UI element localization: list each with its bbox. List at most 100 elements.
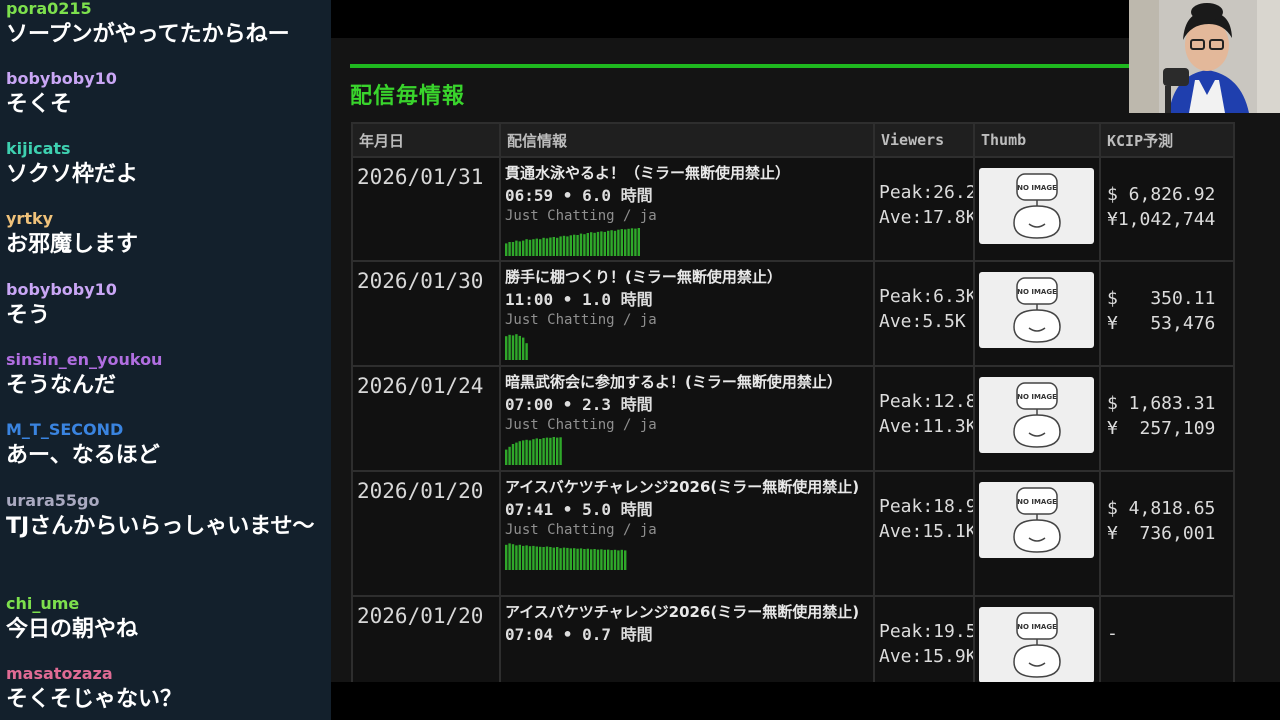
sparkline-bar xyxy=(518,441,521,465)
chat-username[interactable]: kijicats xyxy=(6,140,326,158)
stream-category: Just Chatting / ja xyxy=(505,522,657,538)
stream-title[interactable]: 貫通水泳やるよ！（ミラー無断使用禁止） xyxy=(505,164,869,183)
table-row: 2026/01/24 暗黒武術会に参加するよ！(ミラー無断使用禁止） 07:00 •… xyxy=(351,365,1235,472)
stream-title[interactable]: 暗黒武術会に参加するよ！(ミラー無断使用禁止） xyxy=(505,373,869,392)
sparkline-bar xyxy=(545,437,549,465)
chat-text: 今日の朝やね xyxy=(6,617,139,642)
kcip-estimate: $ 1,683.31 ¥ 257,109 xyxy=(1101,367,1233,441)
sparkline-bar xyxy=(552,547,555,570)
average-viewers: Ave:15.1K xyxy=(879,521,973,542)
chat-username[interactable]: M_T_SECOND xyxy=(6,421,326,439)
kcip-usd: $ 6,826.92 xyxy=(1107,184,1216,205)
thumbnail[interactable]: NO IMAGE xyxy=(979,482,1094,558)
sparkline-bar xyxy=(535,546,538,570)
header-kcip: KCIP予測 xyxy=(1099,122,1235,158)
sparkline-bar xyxy=(518,544,521,570)
sparkline-bar xyxy=(624,229,627,256)
sparkline-bar xyxy=(566,236,569,256)
sparkline-bar xyxy=(637,228,640,256)
sparkline-bar xyxy=(607,549,610,570)
chat-username[interactable]: chi_ume xyxy=(6,595,326,613)
chat-message: bobyboby10 そくそ xyxy=(6,70,326,122)
thumb-cell: NO IMAGE xyxy=(973,470,1101,597)
kcip-jpy: ¥ 257,109 xyxy=(1107,418,1216,439)
stream-date: 2026/01/30 xyxy=(357,269,484,293)
sparkline-bar xyxy=(556,437,559,465)
chat-username[interactable]: masatozaza xyxy=(6,665,326,683)
stream-info-cell: 貫通水泳やるよ！（ミラー無断使用禁止） 06:59 • 6.0 時間 Just Ch… xyxy=(499,156,875,262)
date-cell: 2026/01/24 xyxy=(351,365,501,472)
sparkline-bar xyxy=(535,238,538,256)
sparkline-bar xyxy=(532,545,535,570)
chat-username[interactable]: pora0215 xyxy=(6,0,326,18)
kcip-estimate: - xyxy=(1101,597,1233,646)
sparkline-bar xyxy=(508,334,511,360)
viewers-cell: Peak:12.8 Ave:11.3K xyxy=(873,365,975,472)
sparkline-bar xyxy=(552,237,555,256)
sparkline-bar xyxy=(525,239,528,256)
stream-time: 11:00 • 1.0 時間 xyxy=(505,290,653,309)
sparkline-bar xyxy=(634,228,637,256)
header-thumb: Thumb xyxy=(973,122,1101,158)
sparkline-bar xyxy=(600,549,603,570)
viewer-stats: Peak:6.3K Ave:5.5K xyxy=(875,262,973,334)
stream-info-cell: 暗黒武術会に参加するよ！(ミラー無断使用禁止） 07:00 • 2.3 時間 Jus… xyxy=(499,365,875,472)
thumbnail[interactable]: NO IMAGE xyxy=(979,607,1094,682)
kcip-usd: $ 1,683.31 xyxy=(1107,393,1216,414)
sparkline-bar xyxy=(525,545,528,570)
viewer-sparkline xyxy=(505,437,562,465)
chat-text: TJさんからいらっしゃいませ〜 xyxy=(6,514,315,539)
thumbnail[interactable]: NO IMAGE xyxy=(979,377,1094,453)
sparkline-bar xyxy=(515,442,518,465)
sparkline-bar xyxy=(522,440,525,465)
sparkline-bar xyxy=(617,550,620,570)
sparkline-bar xyxy=(556,547,559,570)
sparkline-bar xyxy=(569,235,572,256)
chat-username[interactable]: urara55go xyxy=(6,492,326,510)
date-cell: 2026/01/30 xyxy=(351,260,501,367)
chat-text: ソクソ枠だよ xyxy=(6,162,139,187)
viewer-stats: Peak:18.9 Ave:15.1K xyxy=(875,472,973,544)
stream-title[interactable]: アイスバケツチャレンジ2026(ミラー無断使用禁止) xyxy=(505,603,869,622)
sparkline-bar xyxy=(525,343,528,360)
stream-category: Just Chatting / ja xyxy=(505,417,657,433)
stream-title[interactable]: 勝手に棚つくり！(ミラー無断使用禁止） xyxy=(505,268,869,287)
stream-info-cell: アイスバケツチャレンジ2026(ミラー無断使用禁止) 07:04 • 0.7 時間 xyxy=(499,595,875,682)
stream-info-cell: アイスバケツチャレンジ2026(ミラー無断使用禁止) 07:41 • 5.0 時間… xyxy=(499,470,875,597)
sparkline-bar xyxy=(620,229,623,256)
thumbnail-placeholder-text: NO IMAGE xyxy=(1017,288,1057,296)
chat-text: あー、なるほど xyxy=(6,443,160,468)
sparkline-bar xyxy=(515,240,518,256)
sparkline-bar xyxy=(579,233,583,256)
thumbnail[interactable]: NO IMAGE xyxy=(979,168,1094,244)
table-row: 2026/01/20 アイスバケツチャレンジ2026(ミラー無断使用禁止) 07:4… xyxy=(351,470,1235,597)
stream-date: 2026/01/20 xyxy=(357,479,484,503)
sparkline-bar xyxy=(610,230,613,256)
chat-username[interactable]: yrtky xyxy=(6,210,326,228)
sparkline-bar xyxy=(559,548,562,570)
viewers-cell: Peak:19.5 Ave:15.9K xyxy=(873,595,975,682)
stream-title[interactable]: アイスバケツチャレンジ2026(ミラー無断使用禁止) xyxy=(505,478,869,497)
thumbnail[interactable]: NO IMAGE xyxy=(979,272,1094,348)
kcip-cell: $ 1,683.31 ¥ 257,109 xyxy=(1099,365,1235,472)
sparkline-bar xyxy=(583,549,586,570)
kcip-jpy: ¥ 736,001 xyxy=(1107,523,1216,544)
chat-username[interactable]: sinsin_en_youkou xyxy=(6,351,326,369)
viewer-sparkline xyxy=(505,334,528,360)
sparkline-bar xyxy=(562,235,566,256)
no-image-icon: NO IMAGE xyxy=(1013,612,1061,678)
sparkline-bar xyxy=(511,544,515,570)
sparkline-bar xyxy=(559,236,562,256)
sparkline-bar xyxy=(590,549,593,570)
sparkline-bar xyxy=(556,237,559,256)
sparkline-bar xyxy=(579,548,583,570)
stream-time: 07:00 • 2.3 時間 xyxy=(505,395,653,414)
chat-text: ソープンがやってたからねー xyxy=(6,22,290,47)
chat-username[interactable]: bobyboby10 xyxy=(6,70,326,88)
chat-username[interactable]: bobyboby10 xyxy=(6,281,326,299)
chat-message: pora0215 ソープンがやってたからねー xyxy=(6,0,326,52)
sparkline-bar xyxy=(528,546,532,570)
chat-message: sinsin_en_youkou そうなんだ xyxy=(6,351,326,403)
letterbox-bottom xyxy=(331,682,1280,720)
kcip-usd: $ 350.11 xyxy=(1107,288,1216,309)
